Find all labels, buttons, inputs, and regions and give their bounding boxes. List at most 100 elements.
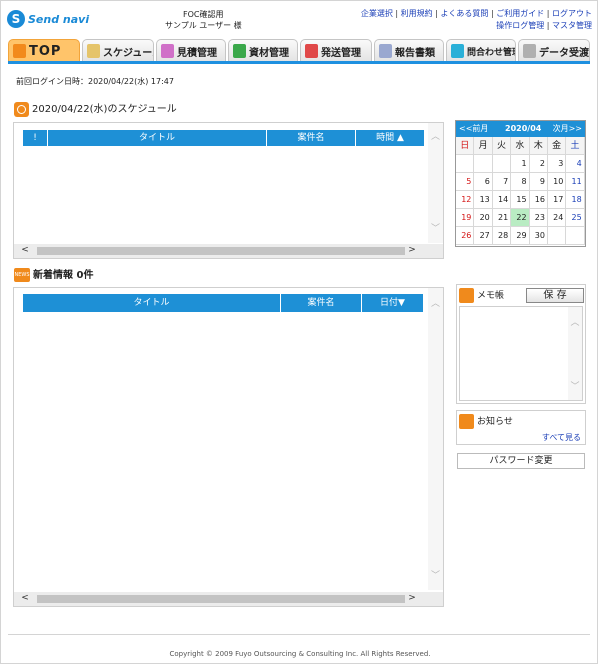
calendar: <<前月 2020/04 次月>> 日 月 火 水 木 金 土 1 2 3 4 … [455, 120, 586, 247]
calendar-day[interactable]: 9 [529, 173, 548, 191]
calendar-day [547, 227, 567, 245]
last-login: 前回ログイン日時：2020/04/22(水) 17:47 [16, 77, 174, 86]
calendar-day[interactable]: 3 [547, 155, 567, 173]
company-name: FOC確認用 [183, 10, 224, 19]
calendar-day[interactable]: 20 [474, 209, 493, 227]
estimate-icon [161, 44, 174, 58]
calendar-day[interactable]: 6 [474, 173, 493, 191]
memo-textarea[interactable]: ︿ ﹀ [459, 306, 583, 401]
see-all-link[interactable]: すべて見る [542, 433, 581, 443]
schedule-table-header: ! タイトル 案件名 時間 ▲ [23, 130, 424, 146]
scroll-up-icon[interactable]: ︿ [428, 296, 443, 309]
news-hscroll[interactable]: < > [14, 592, 443, 606]
calendar-day[interactable]: 27 [474, 227, 493, 245]
calendar-day[interactable]: 23 [529, 209, 548, 227]
col-news-project[interactable]: 案件名 [281, 294, 362, 312]
scroll-right-icon[interactable]: > [407, 245, 417, 255]
schedule-icon [87, 44, 100, 58]
calendar-day [474, 155, 493, 173]
link-master-admin[interactable]: マスタ管理 [552, 21, 592, 30]
shipping-icon [305, 44, 318, 58]
scroll-right-icon[interactable]: > [407, 593, 417, 603]
calendar-day[interactable]: 1 [511, 155, 530, 173]
scroll-thumb[interactable] [37, 247, 405, 255]
col-project[interactable]: 案件名 [267, 130, 356, 146]
link-logout[interactable]: ログアウト [552, 9, 592, 18]
news-table-header: タイトル 案件名 日付▼ [23, 294, 423, 312]
calendar-day[interactable]: 18 [566, 191, 585, 209]
logo-text[interactable]: Send navi [28, 13, 89, 26]
link-terms[interactable]: 利用規約 [401, 9, 433, 18]
calendar-day[interactable]: 8 [511, 173, 530, 191]
materials-icon [233, 44, 246, 58]
link-faq[interactable]: よくある質問 [440, 9, 488, 18]
col-title[interactable]: タイトル [48, 130, 267, 146]
scroll-down-icon[interactable]: ﹀ [428, 568, 443, 581]
header-links-row1: 企業選択 | 利用規約 | よくある質問 | ご利用ガイド | ログアウト [360, 9, 592, 18]
col-time[interactable]: 時間 ▲ [356, 130, 424, 146]
header-links-row2: 操作ログ管理 | マスタ管理 [496, 21, 592, 30]
scroll-down-icon[interactable]: ﹀ [428, 221, 443, 234]
calendar-prev[interactable]: <<前月 [459, 121, 488, 137]
link-guide[interactable]: ご利用ガイド [496, 9, 544, 18]
scroll-up-icon[interactable]: ︿ [568, 315, 582, 328]
calendar-day[interactable]: 4 [566, 155, 585, 173]
tab-shipping[interactable]: 発送管理 [300, 39, 372, 62]
calendar-month: 2020/04 [505, 124, 542, 133]
calendar-day[interactable]: 24 [547, 209, 567, 227]
tab-data-transfer[interactable]: データ受渡 [518, 39, 590, 62]
calendar-next[interactable]: 次月>> [553, 121, 582, 137]
calendar-day[interactable]: 17 [547, 191, 567, 209]
link-operation-log[interactable]: 操作ログ管理 [496, 21, 544, 30]
scroll-up-icon[interactable]: ︿ [428, 129, 443, 142]
schedule-panel[interactable]: ! タイトル 案件名 時間 ▲ ︿ ﹀ < > [13, 122, 444, 259]
news-vscroll[interactable]: ︿ ﹀ [428, 288, 443, 590]
calendar-day[interactable]: 29 [511, 227, 530, 245]
calendar-day[interactable]: 7 [492, 173, 512, 191]
calendar-day-today[interactable]: 22 [511, 209, 530, 227]
calendar-day[interactable]: 14 [492, 191, 512, 209]
calendar-day[interactable]: 10 [547, 173, 567, 191]
calendar-day[interactable]: 12 [456, 191, 475, 209]
calendar-day[interactable]: 11 [566, 173, 585, 191]
calendar-dow: 金 [547, 137, 567, 155]
scroll-thumb[interactable] [37, 595, 405, 603]
tab-estimate[interactable]: 見積管理 [156, 39, 226, 62]
memo-vscroll[interactable]: ︿ ﹀ [568, 307, 582, 400]
calendar-day[interactable]: 26 [456, 227, 475, 245]
calendar-day[interactable]: 15 [511, 191, 530, 209]
footer-copyright: Copyright © 2009 Fuyo Outsourcing & Cons… [169, 650, 431, 658]
logo-icon[interactable]: S [7, 10, 25, 28]
calendar-dow: 火 [492, 137, 512, 155]
tab-top[interactable]: TOP [8, 39, 80, 62]
calendar-day[interactable]: 2 [529, 155, 548, 173]
calendar-dow: 水 [511, 137, 530, 155]
calendar-day[interactable]: 30 [529, 227, 548, 245]
scroll-down-icon[interactable]: ﹀ [568, 379, 582, 392]
col-news-title[interactable]: タイトル [23, 294, 281, 312]
calendar-day[interactable]: 25 [566, 209, 585, 227]
save-button[interactable]: 保 存 [526, 288, 584, 303]
tab-report[interactable]: 報告書類 [374, 39, 444, 62]
scroll-left-icon[interactable]: < [20, 593, 30, 603]
tab-schedule[interactable]: スケジュール [82, 39, 154, 62]
news-title: 新着情報 0件 [33, 270, 94, 281]
tab-materials[interactable]: 資材管理 [228, 39, 298, 62]
calendar-day[interactable]: 21 [492, 209, 512, 227]
schedule-vscroll[interactable]: ︿ ﹀ [428, 123, 443, 243]
scroll-left-icon[interactable]: < [20, 245, 30, 255]
schedule-hscroll[interactable]: < > [14, 244, 443, 258]
memo-box: メモ帳 保 存 ︿ ﹀ [456, 284, 586, 404]
news-panel[interactable]: タイトル 案件名 日付▼ ︿ ﹀ < > [13, 287, 444, 607]
calendar-day[interactable]: 28 [492, 227, 512, 245]
change-password-button[interactable]: パスワード変更 [457, 453, 585, 469]
calendar-day[interactable]: 13 [474, 191, 493, 209]
calendar-day[interactable]: 16 [529, 191, 548, 209]
calendar-day [566, 227, 585, 245]
calendar-day[interactable]: 5 [456, 173, 475, 191]
col-news-date[interactable]: 日付▼ [362, 294, 423, 312]
link-company-select[interactable]: 企業選択 [361, 9, 393, 18]
calendar-day[interactable]: 19 [456, 209, 475, 227]
col-priority[interactable]: ! [23, 130, 48, 146]
tab-inquiry[interactable]: 問合わせ管理 [446, 39, 516, 62]
